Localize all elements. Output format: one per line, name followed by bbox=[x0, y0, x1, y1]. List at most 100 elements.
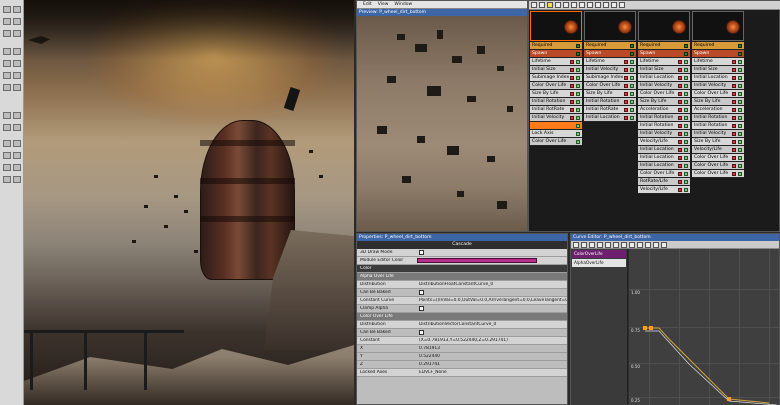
enable-checkbox-icon[interactable] bbox=[738, 155, 742, 160]
enable-checkbox-icon[interactable] bbox=[684, 83, 688, 88]
fit-vertical-icon[interactable] bbox=[581, 241, 587, 248]
linear-icon[interactable] bbox=[637, 241, 643, 248]
module-row[interactable]: Initial Rotation bbox=[692, 122, 744, 130]
enable-checkbox-icon[interactable] bbox=[684, 163, 688, 168]
enable-checkbox-icon[interactable] bbox=[738, 163, 742, 168]
curve-toggle-icon[interactable] bbox=[570, 99, 574, 104]
curve-toggle-icon[interactable] bbox=[678, 67, 682, 72]
curve-toggle-icon[interactable] bbox=[678, 59, 682, 64]
curve-toggle-icon[interactable] bbox=[678, 83, 682, 88]
enable-checkbox-icon[interactable] bbox=[738, 91, 742, 96]
checkbox[interactable] bbox=[419, 290, 424, 295]
module-row[interactable]: Acceleration bbox=[692, 106, 744, 114]
property-row[interactable]: Color Over Life bbox=[357, 313, 567, 321]
module-row[interactable]: Color Over Life bbox=[692, 90, 744, 98]
enable-checkbox-icon[interactable] bbox=[684, 59, 688, 64]
property-row[interactable]: X 0.781913 bbox=[357, 345, 567, 353]
curve-toggle-icon[interactable] bbox=[732, 131, 736, 136]
curve-toggle-icon[interactable] bbox=[678, 115, 682, 120]
module-spawn[interactable]: Spawn bbox=[692, 50, 744, 58]
enable-checkbox-icon[interactable] bbox=[738, 115, 742, 120]
curve-graph[interactable]: 1.00 0.75 0.50 0.25 bbox=[629, 249, 779, 405]
stair-brush-icon[interactable] bbox=[3, 84, 11, 91]
curve-key[interactable] bbox=[643, 326, 647, 330]
module-row[interactable]: Initial Rotation bbox=[638, 114, 690, 122]
curve-toggle-icon[interactable] bbox=[732, 59, 736, 64]
curve-toggle-icon[interactable] bbox=[678, 91, 682, 96]
scale-tool-icon[interactable] bbox=[13, 18, 21, 25]
module-row[interactable]: RotRate/Life bbox=[638, 178, 690, 186]
curve-toggle-icon[interactable] bbox=[624, 99, 628, 104]
curve-toggle-icon[interactable] bbox=[624, 115, 628, 120]
module-row[interactable]: Velocity/Life bbox=[638, 138, 690, 146]
rotate-tool-icon[interactable] bbox=[3, 18, 11, 25]
restart-level-icon[interactable] bbox=[539, 2, 545, 8]
csg-deintersect-icon[interactable] bbox=[13, 124, 21, 131]
undo-icon[interactable] bbox=[611, 2, 617, 8]
brush-tool-icon[interactable] bbox=[13, 30, 21, 37]
module-row[interactable]: Color Over Life bbox=[584, 82, 636, 90]
curve-toggle-icon[interactable] bbox=[678, 131, 682, 136]
enable-checkbox-icon[interactable] bbox=[738, 107, 742, 112]
module-spawn[interactable]: Spawn bbox=[584, 50, 636, 58]
curve-toggle-icon[interactable] bbox=[732, 75, 736, 80]
module-row[interactable]: Initial RotRate bbox=[530, 106, 582, 114]
enable-checkbox-icon[interactable] bbox=[576, 91, 580, 96]
enable-checkbox-icon[interactable] bbox=[684, 187, 688, 192]
camera-tool-icon[interactable] bbox=[3, 30, 11, 37]
show-icon[interactable] bbox=[3, 152, 11, 159]
enable-checkbox-icon[interactable] bbox=[738, 83, 742, 88]
select-tool-icon[interactable] bbox=[3, 6, 11, 13]
enable-checkbox-icon[interactable] bbox=[630, 43, 634, 48]
curve-toggle-icon[interactable] bbox=[732, 83, 736, 88]
module-row[interactable]: Initial Velocity bbox=[530, 114, 582, 122]
enable-checkbox-icon[interactable] bbox=[738, 131, 742, 136]
enable-checkbox-icon[interactable] bbox=[576, 75, 580, 80]
enable-checkbox-icon[interactable] bbox=[576, 139, 580, 144]
emitter-thumb[interactable] bbox=[692, 11, 744, 41]
enable-checkbox-icon[interactable] bbox=[630, 107, 634, 112]
color-swatch[interactable] bbox=[417, 258, 537, 263]
cylinder-brush-icon[interactable] bbox=[13, 60, 21, 67]
module-required[interactable]: Required bbox=[584, 42, 636, 50]
enable-checkbox-icon[interactable] bbox=[684, 107, 688, 112]
curve-toggle-icon[interactable] bbox=[732, 67, 736, 72]
module-row[interactable]: Initial Velocity bbox=[692, 82, 744, 90]
enable-checkbox-icon[interactable] bbox=[576, 131, 580, 136]
enable-checkbox-icon[interactable] bbox=[576, 59, 580, 64]
curve-toggle-icon[interactable] bbox=[678, 155, 682, 160]
enable-checkbox-icon[interactable] bbox=[630, 83, 634, 88]
enable-checkbox-icon[interactable] bbox=[738, 139, 742, 144]
module-row[interactable]: Lock Axis bbox=[530, 130, 582, 138]
module-row[interactable]: Initial Rotation bbox=[584, 98, 636, 106]
redo-icon[interactable] bbox=[619, 2, 625, 8]
enable-checkbox-icon[interactable] bbox=[630, 59, 634, 64]
enable-checkbox-icon[interactable] bbox=[576, 107, 580, 112]
volume-icon[interactable] bbox=[3, 140, 11, 147]
module-row[interactable]: Color Over Life bbox=[692, 154, 744, 162]
terrain-tool-icon[interactable] bbox=[13, 48, 21, 55]
property-row[interactable]: Can Be Baked bbox=[357, 329, 567, 337]
enable-checkbox-icon[interactable] bbox=[684, 51, 688, 56]
enable-checkbox-icon[interactable] bbox=[738, 75, 742, 80]
curve-toggle-icon[interactable] bbox=[732, 163, 736, 168]
enable-checkbox-icon[interactable] bbox=[738, 51, 742, 56]
module-row[interactable]: Initial Location bbox=[638, 74, 690, 82]
enable-checkbox-icon[interactable] bbox=[630, 51, 634, 56]
cone-brush-icon[interactable] bbox=[13, 72, 21, 79]
enable-checkbox-icon[interactable] bbox=[684, 91, 688, 96]
pause-icon[interactable] bbox=[555, 2, 561, 8]
enable-checkbox-icon[interactable] bbox=[576, 67, 580, 72]
emitter-thumb[interactable] bbox=[530, 11, 582, 41]
scene-viewport[interactable] bbox=[24, 0, 354, 405]
enable-checkbox-icon[interactable] bbox=[576, 99, 580, 104]
auto-tangent-icon[interactable] bbox=[613, 241, 619, 248]
property-row[interactable]: Module Editor Color bbox=[357, 257, 567, 265]
curve-toggle-icon[interactable] bbox=[678, 139, 682, 144]
module-row[interactable]: Acceleration bbox=[638, 106, 690, 114]
module-row[interactable]: Color Over Life bbox=[530, 138, 582, 146]
curve-toggle-icon[interactable] bbox=[732, 139, 736, 144]
enable-checkbox-icon[interactable] bbox=[684, 139, 688, 144]
curve-toggle-icon[interactable] bbox=[732, 115, 736, 120]
curve-toggle-icon[interactable] bbox=[678, 163, 682, 168]
